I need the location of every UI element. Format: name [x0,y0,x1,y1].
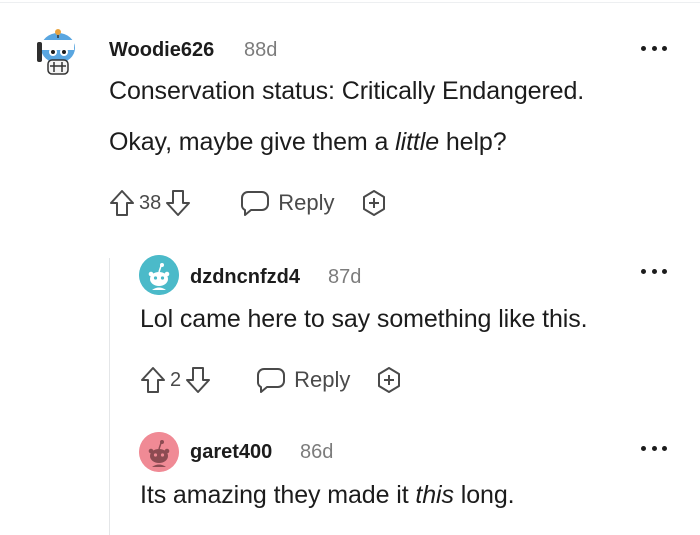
comment-body-line: Lol came here to say something like this… [140,305,588,334]
italic-text-run: little [395,128,440,156]
comment-actions: 2 Reply [139,360,404,400]
chat-bubble-icon [257,368,286,393]
comment-body-line: Its amazing they made it this long. [140,481,515,510]
comment-age[interactable]: 87d [328,266,361,289]
reply-button[interactable]: Reply [240,189,335,217]
italic-text-run: this [415,481,454,509]
comment-username[interactable]: garet400 [190,441,272,464]
avatar[interactable] [34,26,82,82]
text-run: Its amazing they made it [140,481,416,509]
reply-button[interactable]: Reply [256,366,350,394]
award-icon[interactable] [359,188,389,218]
text-run: long. [453,481,515,509]
comment-username[interactable]: dzdncnfzd4 [190,266,300,289]
comment-actions: 38 Reply [108,183,389,223]
downvote-icon[interactable] [164,188,192,218]
reply-label: Reply [278,190,335,215]
comment-body-line: Conservation status: Critically Endanger… [109,77,584,106]
reply-label: Reply [294,367,351,392]
comment-age[interactable]: 88d [244,39,277,62]
more-options-icon[interactable] [641,443,667,453]
more-options-icon[interactable] [641,266,667,276]
comment-username[interactable]: Woodie626 [109,39,214,62]
comment-age[interactable]: 86d [300,441,333,464]
text-run: help? [439,128,507,156]
avatar[interactable] [139,432,179,472]
snoo-avatar-icon [139,255,179,295]
award-icon[interactable] [374,365,404,395]
upvote-icon[interactable] [108,188,136,218]
more-options-icon[interactable] [641,43,667,53]
downvote-icon[interactable] [184,365,212,395]
avatar[interactable] [139,255,179,295]
snoo-avatar-icon [37,29,75,75]
chat-bubble-icon [241,191,270,216]
thread-line[interactable] [109,258,110,535]
vote-score: 38 [139,191,162,214]
vote-score: 2 [170,368,182,391]
text-run: Okay, maybe give them a [109,128,396,156]
top-divider [0,2,700,3]
snoo-avatar-icon [139,432,179,472]
comment-body-line: Okay, maybe give them a little help? [109,128,507,157]
text-run: Conservation status: Critically Endanger… [109,77,585,105]
upvote-icon[interactable] [139,365,167,395]
text-run: Lol came here to say something like this… [140,305,588,333]
